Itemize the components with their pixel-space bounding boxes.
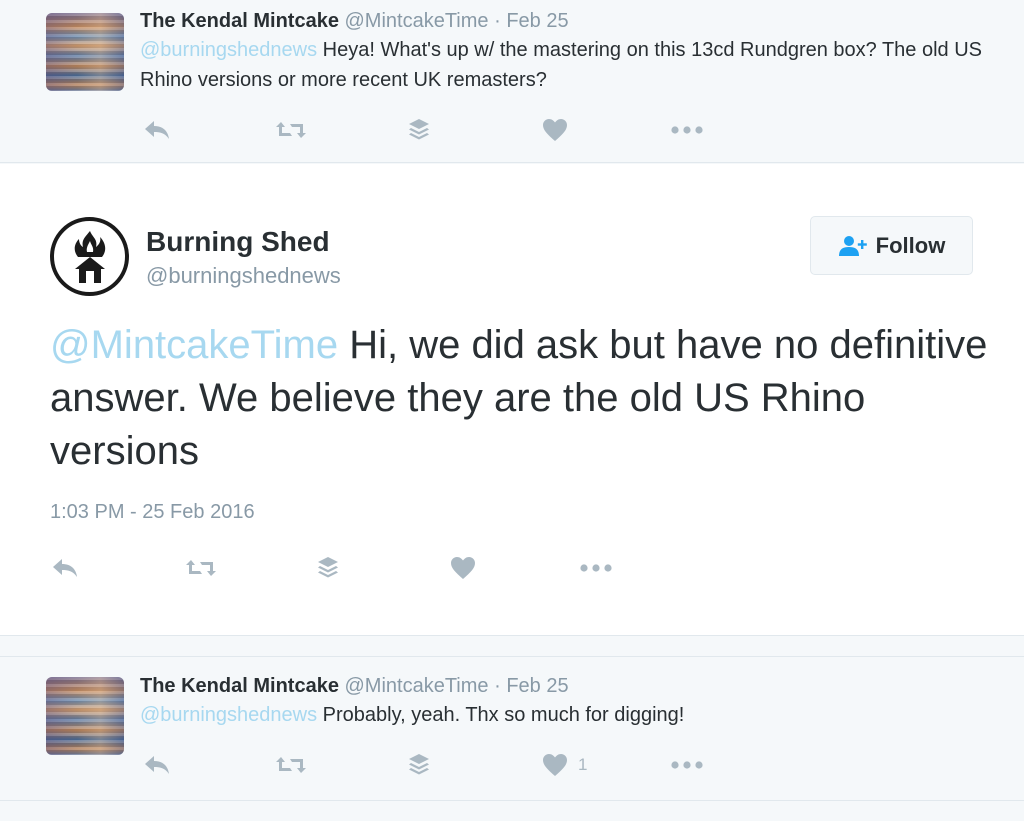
reply-icon	[145, 121, 169, 139]
tweet-body: The Kendal Mintcake @MintcakeTime · Feb …	[140, 9, 984, 95]
more-button[interactable]	[670, 115, 704, 145]
reply-button[interactable]	[51, 553, 79, 583]
tweet-text: @MintcakeTime Hi, we did ask but have no…	[50, 319, 990, 478]
heart-icon	[451, 557, 475, 579]
avatar[interactable]	[46, 13, 124, 91]
more-icon	[580, 564, 612, 572]
buffer-button[interactable]	[408, 750, 430, 780]
avatar[interactable]	[50, 217, 129, 296]
tweet-actions	[0, 115, 703, 145]
tweet-date[interactable]: Feb 25	[506, 10, 568, 32]
more-icon	[671, 761, 703, 769]
main-tweet: Burning Shed @burningshednews Follow @Mi…	[0, 164, 1024, 636]
retweet-button[interactable]	[275, 115, 307, 145]
tweet-actions	[0, 553, 700, 583]
retweet-icon	[276, 122, 306, 138]
buffer-button[interactable]	[317, 553, 339, 583]
like-count: 1	[578, 755, 588, 774]
follow-user-icon	[838, 235, 867, 256]
separator: ·	[494, 10, 501, 32]
author-handle[interactable]: @burningshednews	[146, 263, 341, 289]
more-button[interactable]	[670, 750, 704, 780]
author-name[interactable]: The Kendal Mintcake	[140, 10, 339, 32]
tweet-header: The Kendal Mintcake @MintcakeTime · Feb …	[140, 9, 984, 33]
like-button[interactable]: 1	[542, 750, 587, 780]
author-name[interactable]: The Kendal Mintcake	[140, 675, 339, 697]
reply-icon	[145, 756, 169, 774]
tweet-text: @burningshednews Probably, yeah. Thx so …	[140, 700, 984, 730]
mention-link[interactable]: @burningshednews	[140, 704, 317, 726]
tweet-timestamp[interactable]: 1:03 PM - 25 Feb 2016	[50, 501, 255, 524]
more-button[interactable]	[579, 553, 613, 583]
buffer-icon	[409, 754, 429, 775]
mention-link[interactable]: @MintcakeTime	[50, 323, 338, 367]
reply-icon	[53, 559, 77, 577]
buffer-icon	[318, 557, 338, 578]
like-button[interactable]	[450, 553, 476, 583]
follow-label: Follow	[875, 232, 946, 258]
like-button[interactable]	[542, 115, 568, 145]
tweet-body: The Kendal Mintcake @MintcakeTime · Feb …	[140, 674, 984, 730]
follow-button[interactable]: Follow	[810, 216, 973, 275]
tweet-text-body: Probably, yeah. Thx so much for digging!	[317, 704, 685, 726]
separator: ·	[494, 675, 501, 697]
reply-tweet-top[interactable]: The Kendal Mintcake @MintcakeTime · Feb …	[0, 0, 1024, 163]
more-icon	[671, 126, 703, 134]
mention-link[interactable]: @burningshednews	[140, 39, 317, 61]
tweet-date[interactable]: Feb 25	[506, 675, 568, 697]
tweet-text: @burningshednews Heya! What's up w/ the …	[140, 35, 984, 95]
reply-tweet-bottom[interactable]: The Kendal Mintcake @MintcakeTime · Feb …	[0, 656, 1024, 801]
retweet-icon	[276, 757, 306, 773]
burning-house-logo-icon	[74, 230, 105, 283]
tweet-actions: 1	[0, 750, 703, 780]
avatar[interactable]	[46, 677, 124, 755]
author-name[interactable]: Burning Shed	[146, 226, 330, 258]
author-handle[interactable]: @MintcakeTime	[345, 10, 489, 32]
buffer-button[interactable]	[408, 115, 430, 145]
reply-button[interactable]	[143, 115, 171, 145]
heart-icon	[543, 119, 567, 141]
retweet-button[interactable]	[275, 750, 307, 780]
buffer-icon	[409, 119, 429, 140]
tweet-header: The Kendal Mintcake @MintcakeTime · Feb …	[140, 674, 984, 698]
retweet-icon	[186, 560, 216, 576]
heart-icon	[543, 754, 567, 776]
author-handle[interactable]: @MintcakeTime	[345, 675, 489, 697]
reply-button[interactable]	[143, 750, 171, 780]
retweet-button[interactable]	[185, 553, 217, 583]
